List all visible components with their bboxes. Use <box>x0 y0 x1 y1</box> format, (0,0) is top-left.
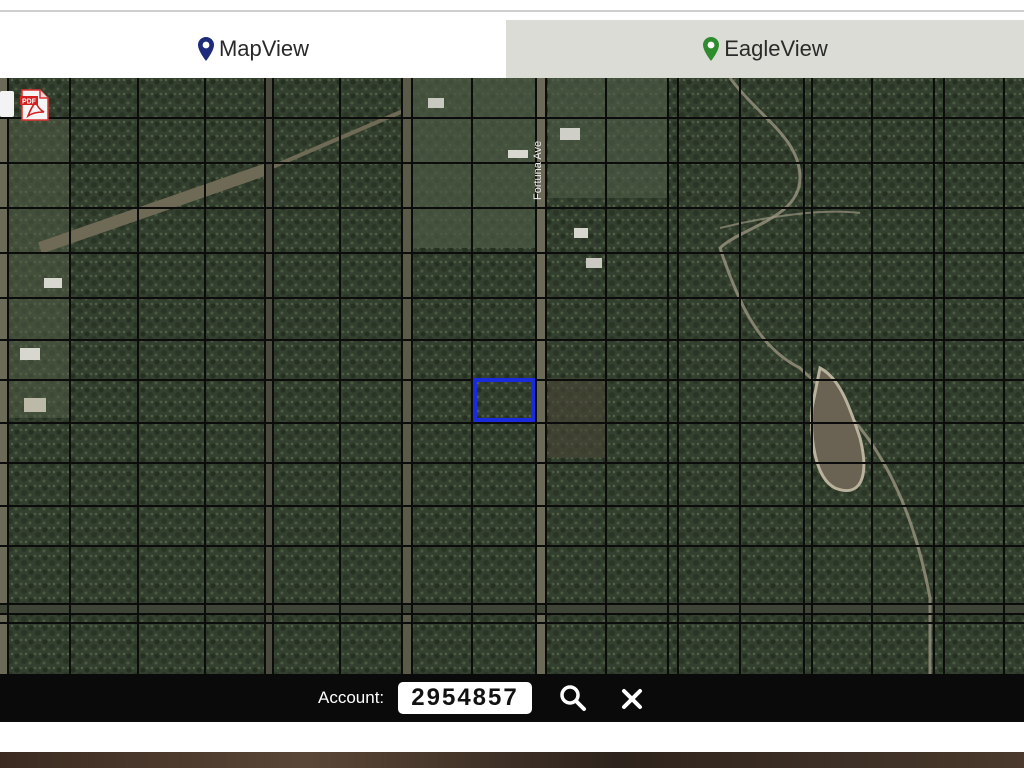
tab-eagleview[interactable]: EagleView <box>506 20 1024 78</box>
account-bar: Account: <box>0 674 1024 722</box>
map-toolbar: PDF <box>0 88 60 122</box>
tab-mapview[interactable]: MapView <box>0 20 506 78</box>
footer-image-strip <box>0 752 1024 768</box>
map-pin-icon <box>702 36 720 62</box>
search-icon <box>560 685 586 711</box>
page-spacer <box>0 722 1024 752</box>
view-tabs: MapView EagleView <box>0 20 1024 78</box>
parcel-map[interactable]: Fortuna Ave <box>0 78 1024 674</box>
map-pin-icon <box>197 36 215 62</box>
tab-mapview-label: MapView <box>218 36 310 61</box>
top-divider <box>0 10 1024 12</box>
pdf-icon[interactable]: PDF <box>18 88 52 122</box>
highlighted-parcel[interactable] <box>473 378 535 422</box>
street-label-layer: Fortuna Ave <box>532 141 544 200</box>
search-button[interactable] <box>558 683 588 713</box>
account-label: Account: <box>318 688 385 707</box>
clear-button[interactable] <box>618 683 646 713</box>
account-input[interactable] <box>398 682 532 714</box>
close-icon <box>622 689 642 709</box>
street-label: Fortuna Ave <box>532 141 544 200</box>
toolbar-tab[interactable] <box>0 91 14 117</box>
tab-eagleview-label: EagleView <box>724 36 828 61</box>
